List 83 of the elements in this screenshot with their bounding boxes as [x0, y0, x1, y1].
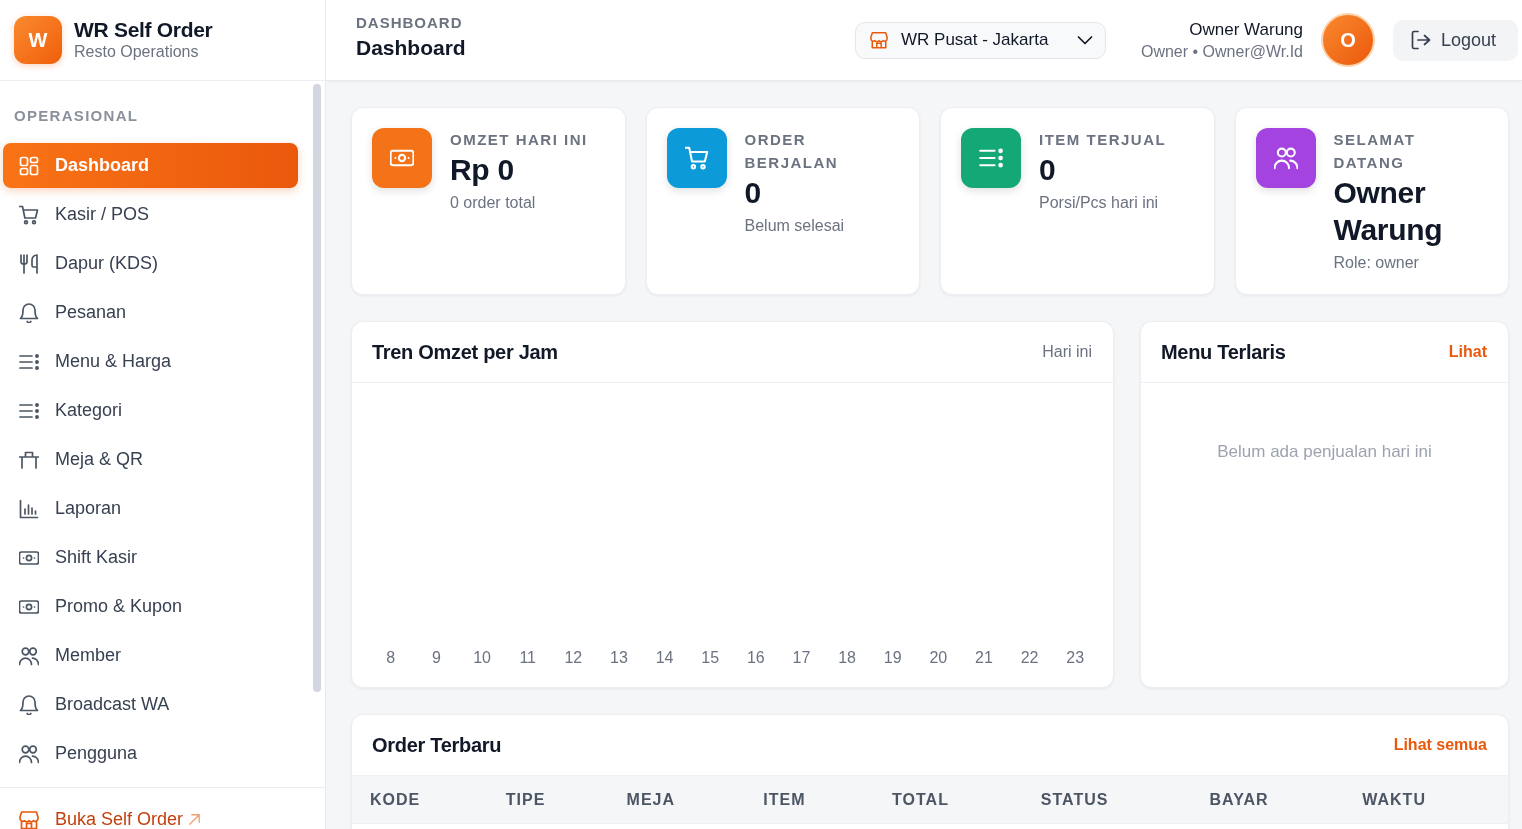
column-header: TIPE	[505, 790, 546, 809]
hour-label: 23	[1066, 648, 1085, 668]
sidebar-item[interactable]: Laporan	[3, 486, 298, 531]
bell-icon	[19, 694, 39, 715]
logout-icon	[1411, 30, 1431, 50]
hour-label: 8	[386, 648, 396, 668]
stat-note: 0 order total	[450, 193, 537, 213]
user-detail: Owner • Owner@Wr.Id	[1139, 41, 1303, 62]
sidebar-item[interactable]: Shift Kasir	[3, 535, 298, 580]
column-header: KODE	[370, 790, 421, 809]
hour-label: 15	[701, 648, 720, 668]
self-order-link[interactable]: Buka Self Order	[3, 797, 211, 829]
stat-value: Owner Warung	[1333, 175, 1444, 248]
stat-note: Role: owner	[1333, 253, 1420, 273]
users-icon	[19, 645, 39, 666]
bar-chart-icon	[19, 498, 39, 519]
section-label: OPERASIONAL	[13, 107, 139, 125]
grid-icon	[19, 155, 39, 176]
hour-label: 16	[746, 648, 765, 668]
sidebar-item[interactable]: Menu & Harga	[3, 339, 298, 384]
hour-label: 14	[655, 648, 674, 668]
breadcrumb: DASHBOARD	[356, 13, 463, 33]
brand-logo: W	[14, 16, 62, 64]
column-header: WAKTU	[1362, 790, 1426, 809]
column-header: MEJA	[626, 790, 675, 809]
stat-note: Porsi/Pcs hari ini	[1039, 193, 1160, 213]
view-link[interactable]: Lihat	[1448, 343, 1487, 361]
list-icon	[19, 400, 39, 421]
column-header: ITEM	[763, 790, 806, 809]
hour-label: 13	[610, 648, 628, 668]
sidebar-item[interactable]: Member	[3, 633, 298, 678]
range-label: Hari ini	[1042, 343, 1092, 361]
avatar: O	[1321, 13, 1375, 67]
utensils-icon	[19, 253, 39, 274]
sidebar-item[interactable]: Promo & Kupon	[3, 584, 298, 629]
store-icon	[870, 31, 888, 49]
logout-button[interactable]: Logout	[1393, 19, 1518, 61]
empty-message: Belum ada penjualan hari ini	[1217, 441, 1432, 463]
hour-label: 17	[792, 648, 811, 668]
hour-label: 9	[432, 648, 441, 668]
stat-label: ORDER BERJALAN	[744, 130, 840, 173]
brand-name: WR Self Order	[74, 18, 213, 42]
page-title: Dashboard	[356, 35, 466, 61]
scrollbar[interactable]	[313, 84, 321, 692]
stat-value: Rp 0	[450, 152, 515, 188]
stat-value: 0	[744, 175, 762, 211]
cart-icon	[19, 204, 39, 225]
table-icon	[19, 449, 39, 470]
user-name: Owner Warung	[1188, 18, 1303, 41]
sidebar-item[interactable]: Kategori	[3, 388, 298, 433]
stat-note: Belum selesai	[744, 216, 846, 236]
sidebar-item[interactable]: Meja & QR	[3, 437, 298, 482]
sidebar-item[interactable]: Broadcast WA	[3, 682, 298, 727]
column-header: TOTAL	[892, 790, 949, 809]
hour-label: 10	[473, 648, 491, 668]
panel-title: Order Terbaru	[372, 733, 502, 757]
hour-label: 19	[883, 648, 902, 668]
hour-label: 12	[564, 648, 583, 668]
list-icon	[19, 351, 39, 372]
branch-select[interactable]: WR Pusat - Jakarta	[855, 21, 1106, 59]
hour-label: 11	[519, 648, 536, 668]
sidebar-item[interactable]: Kasir / POS	[3, 192, 298, 237]
panel-title: Menu Terlaris	[1161, 340, 1286, 364]
sidebar-item[interactable]: Pengguna	[3, 731, 298, 776]
sidebar-item[interactable]: Dapur (KDS)	[3, 241, 298, 286]
hour-label: 20	[929, 648, 948, 668]
brand-tagline: Resto Operations	[74, 42, 200, 62]
column-header: STATUS	[1040, 790, 1109, 809]
hour-label: 21	[975, 648, 993, 668]
stat-label: SELAMAT DATANG	[1333, 130, 1417, 173]
panel-title: Tren Omzet per Jam	[372, 340, 558, 364]
store-icon	[19, 809, 39, 829]
hour-label: 18	[838, 648, 856, 668]
hour-label: 22	[1020, 648, 1039, 668]
view-all-link[interactable]: Lihat semua	[1393, 736, 1487, 754]
stat-label: OMZET HARI INI	[450, 130, 589, 150]
stat-label: ITEM TERJUAL	[1039, 130, 1168, 150]
users-icon	[19, 743, 39, 764]
stat-value: 0	[1039, 152, 1057, 188]
column-header: BAYAR	[1209, 790, 1269, 809]
sidebar-item[interactable]: Pesanan	[3, 290, 298, 335]
arrow-up-right-icon	[189, 814, 201, 825]
bell-icon	[19, 302, 39, 323]
